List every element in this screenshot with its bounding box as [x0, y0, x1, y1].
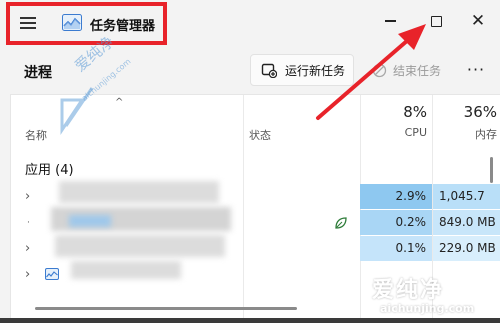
watermark-text: 爱纯净	[372, 278, 445, 303]
row-bullet-icon: ·	[27, 218, 30, 228]
vertical-scrollbar[interactable]	[490, 157, 493, 183]
end-task-label: 结束任务	[393, 63, 442, 78]
table-row[interactable]: · 0.2% 849.0 MB	[11, 210, 500, 236]
end-task-button[interactable]: 结束任务	[366, 54, 454, 86]
column-header-cpu[interactable]: CPU	[363, 126, 427, 139]
maximize-button[interactable]	[416, 6, 456, 36]
task-manager-process-icon	[45, 268, 59, 280]
horizontal-scrollbar[interactable]	[35, 307, 297, 310]
cpu-total-percent[interactable]: 8%	[363, 103, 427, 121]
close-button[interactable]: ✕	[458, 6, 498, 36]
run-new-task-label: 运行新任务	[285, 63, 346, 78]
efficiency-mode-leaf-icon	[335, 217, 347, 229]
minimize-button[interactable]	[370, 6, 410, 36]
title-bar: 任务管理器 ✕	[0, 0, 500, 46]
expand-chevron-icon[interactable]: ›	[25, 267, 30, 282]
end-task-icon	[372, 63, 387, 77]
cpu-cell: 2.9%	[360, 184, 432, 209]
page-title: 进程	[24, 65, 52, 81]
table-row[interactable]: › 0.1% 229.0 MB	[11, 236, 500, 262]
minimize-icon	[384, 20, 396, 22]
expand-chevron-icon[interactable]: ›	[25, 241, 30, 256]
column-header-name[interactable]: 名称	[25, 127, 47, 143]
cpu-cell: 0.1%	[360, 236, 432, 261]
highlight-annotation-box	[6, 2, 167, 45]
memory-cell: 1,045.7	[433, 184, 500, 209]
cpu-cell: 0.2%	[360, 210, 432, 235]
run-new-task-button[interactable]: 运行新任务	[250, 54, 354, 86]
run-new-task-icon	[261, 63, 277, 78]
column-header-memory[interactable]: 内存	[437, 126, 497, 142]
more-options-button[interactable]: ···	[462, 56, 490, 84]
column-header-status[interactable]: 状态	[249, 127, 271, 143]
memory-total-percent[interactable]: 36%	[437, 103, 497, 121]
maximize-icon	[430, 15, 442, 27]
expand-chevron-icon[interactable]: ›	[25, 189, 30, 204]
table-row[interactable]: › 2.9% 1,045.7	[11, 184, 500, 210]
watermark-url: aichunjing.com	[380, 302, 475, 315]
group-header-apps[interactable]: 应用 (4)	[25, 159, 74, 178]
memory-cell: 849.0 MB	[433, 210, 500, 235]
memory-cell: 229.0 MB	[433, 236, 500, 261]
